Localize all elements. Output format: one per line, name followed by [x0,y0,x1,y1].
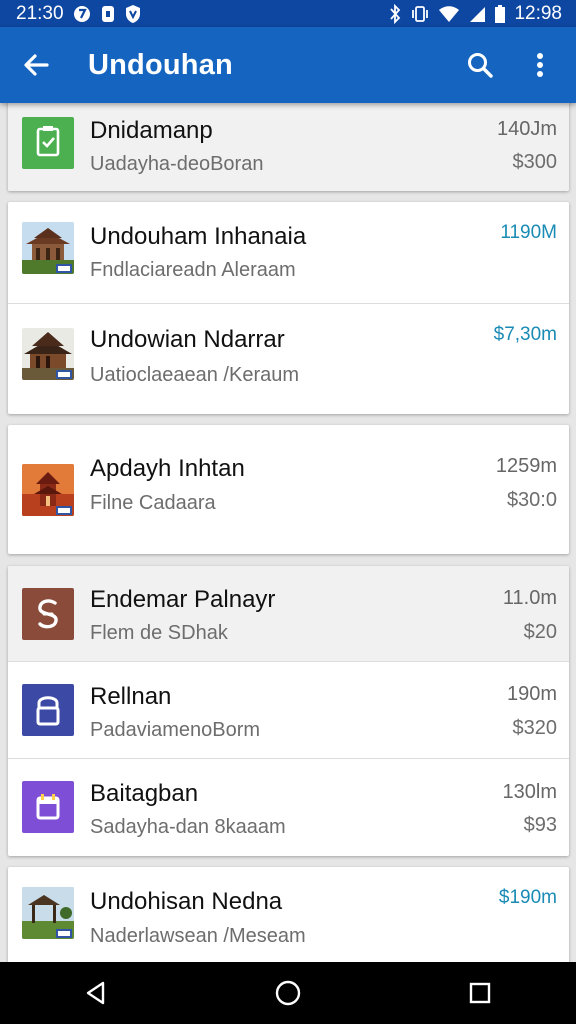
list-item[interactable]: Undowian Ndarrar Uatioclaeaean /Keraum $… [8,304,569,414]
more-options-button[interactable] [510,27,570,103]
item-subtitle: Flem de SDhak [90,622,228,644]
list-item[interactable]: Endemar Palnayr Flem de SDhak 11.0m $20 [8,566,569,661]
item-subtitle: Naderlawsean /Meseam [90,925,306,947]
notification-app-icon [72,4,92,24]
item-price: $20 [523,621,557,643]
list-card: Dnidamanp Uadayha-deoBoran 140Jm $300 [8,103,569,191]
status-time-right: 12:98 [514,2,562,24]
item-subtitle: Fndlaciareadn Aleraam [90,259,296,281]
item-title: Rellnan [90,683,172,710]
arrow-back-icon [24,54,49,76]
item-title: Baitagban [90,780,199,807]
item-price: $320 [512,717,558,739]
item-price: $300 [512,151,558,173]
item-subtitle: Sadayha-dan 8kaaam [90,816,286,838]
item-distance: 130lm [502,781,557,803]
back-button[interactable] [1,27,71,103]
square-recents-icon [469,982,491,1004]
status-time-left: 21:30 [16,2,64,24]
notification-lock-icon [100,4,116,24]
item-distance: $190m [498,887,557,908]
item-title: Undowian Ndarrar [90,326,285,353]
item-subtitle: Filne Cadaara [90,492,216,514]
vibrate-icon [410,4,430,24]
item-distance: $7,30m [493,324,557,345]
notification-shield-icon [124,4,142,24]
pagoda-thumbnail [22,464,74,516]
item-price: $30:0 [506,489,557,511]
search-button[interactable] [450,27,510,103]
list-card: Undohisan Nedna Naderlawsean /Meseam $19… [8,867,569,962]
app-title: Undouhan [88,48,233,81]
more-vert-icon [537,53,543,77]
item-title: Dnidamanp [90,117,213,144]
list-item[interactable]: Undouham Inhanaia Fndlaciareadn Aleraam … [8,202,569,303]
swirl-icon [22,588,74,640]
list-item[interactable]: Rellnan PadaviamenoBorm 190m $320 [8,662,569,758]
temple-thumbnail [22,222,74,274]
list-item[interactable]: Undohisan Nedna Naderlawsean /Meseam $19… [8,867,569,962]
battery-icon [494,4,506,24]
item-title: Undouham Inhanaia [90,223,307,250]
item-distance: 140Jm [496,118,557,140]
nav-recents-button[interactable] [435,962,525,1024]
nav-back-button[interactable] [51,962,141,1024]
item-subtitle: PadaviamenoBorm [90,719,261,741]
temple-thumbnail [22,328,74,380]
pavilion-thumbnail [22,887,74,939]
list-item[interactable]: Baitagban Sadayha-dan 8kaaam 130lm $93 [8,759,569,856]
item-title: Undohisan Nedna [90,888,283,915]
calendar-icon [22,781,74,833]
status-bar: 21:30 12:98 [0,0,576,27]
list-item[interactable]: Apdayh Inhtan Filne Cadaara 1259m $30:0 [8,425,569,554]
results-list: Dnidamanp Uadayha-deoBoran 140Jm $300 Un… [0,103,576,962]
signal-icon [468,5,486,23]
item-distance: 11.0m [502,587,557,609]
search-icon [468,53,493,78]
item-distance: 1259m [495,455,557,477]
lock-icon [22,684,74,736]
app-bar: Undouhan [0,27,576,103]
item-title: Apdayh Inhtan [90,455,245,482]
circle-home-icon [275,980,301,1006]
list-card: Undouham Inhanaia Fndlaciareadn Aleraam … [8,202,569,414]
list-card: Apdayh Inhtan Filne Cadaara 1259m $30:0 [8,425,569,554]
calendar-check-icon [22,117,74,169]
item-distance: 190m [506,683,557,705]
system-navigation-bar [0,962,576,1024]
triangle-back-icon [86,981,105,1005]
item-subtitle: Uadayha-deoBoran [90,153,264,175]
list-card: Endemar Palnayr Flem de SDhak 11.0m $20 … [8,566,569,856]
item-subtitle: Uatioclaeaean /Keraum [90,364,300,386]
item-title: Endemar Palnayr [90,586,276,613]
item-distance: 1190M [500,222,557,243]
wifi-icon [438,5,460,23]
bluetooth-icon [388,3,402,24]
list-item[interactable]: Dnidamanp Uadayha-deoBoran 140Jm $300 [8,103,569,191]
item-price: $93 [523,814,557,836]
nav-home-button[interactable] [243,962,333,1024]
